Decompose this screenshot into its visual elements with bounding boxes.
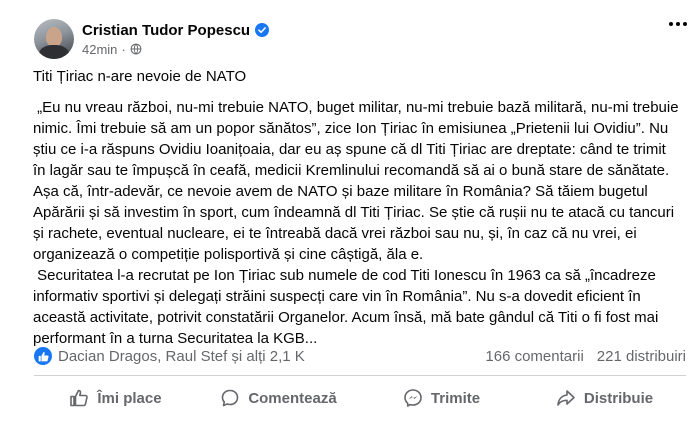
thumbs-up-glyph (38, 351, 49, 361)
comment-icon (222, 389, 239, 407)
separator-dot: · (121, 41, 126, 57)
like-reaction-icon[interactable] (34, 347, 52, 365)
like-label: Îmi place (97, 389, 162, 407)
verified-badge-icon (255, 23, 270, 37)
send-label: Trimite (430, 389, 481, 407)
share-label: Distribuie (583, 389, 654, 407)
post-header: Cristian Tudor Popescu 42min · (34, 17, 686, 61)
post-stats: Dacian Dragos, Raul Stef și alți 2,1 K 1… (34, 345, 686, 367)
avatar-face (46, 27, 62, 47)
engagement-counts: 166 comentarii 221 distribuiri (485, 348, 686, 365)
more-dot (676, 22, 680, 26)
avatar-body (39, 45, 69, 59)
avatar[interactable] (34, 19, 74, 59)
comments-count[interactable]: 166 comentarii (485, 348, 583, 365)
post-timestamp[interactable]: 42min (82, 42, 117, 57)
share-icon (557, 390, 575, 406)
shares-count[interactable]: 221 distribuiri (597, 348, 686, 365)
divider (34, 375, 686, 376)
facebook-post: Cristian Tudor Popescu 42min · Titi Țiri… (0, 0, 700, 434)
like-button[interactable]: Îmi place (34, 380, 197, 416)
action-bar: Îmi place Comentează Trimite Distribuie (34, 380, 686, 416)
more-dot (669, 22, 673, 26)
more-options-icon[interactable] (664, 14, 692, 34)
post-paragraph-2: Securitatea l-a recrutat pe Ion Țiriac s… (33, 267, 663, 347)
thumbs-up-icon (70, 389, 89, 407)
send-button[interactable]: Trimite (360, 380, 523, 416)
author-name[interactable]: Cristian Tudor Popescu (82, 22, 250, 39)
post-paragraph-1: „Eu nu vreau război, nu-mi trebuie NATO,… (33, 99, 683, 263)
post-meta: Cristian Tudor Popescu 42min · (82, 22, 270, 57)
comment-label: Comentează (248, 389, 337, 407)
comment-button[interactable]: Comentează (197, 380, 360, 416)
post-body: Titi Țiriac n-are nevoie de NATO „Eu nu … (33, 66, 680, 349)
share-button[interactable]: Distribuie (523, 380, 686, 416)
reactions-summary[interactable]: Dacian Dragos, Raul Stef și alți 2,1 K (58, 348, 305, 365)
time-row: 42min · (82, 42, 269, 57)
globe-icon[interactable] (130, 43, 142, 55)
messenger-icon (404, 389, 422, 407)
more-dot (683, 22, 687, 26)
name-row: Cristian Tudor Popescu (82, 22, 270, 39)
post-title: Titi Țiriac n-are nevoie de NATO (33, 68, 247, 85)
